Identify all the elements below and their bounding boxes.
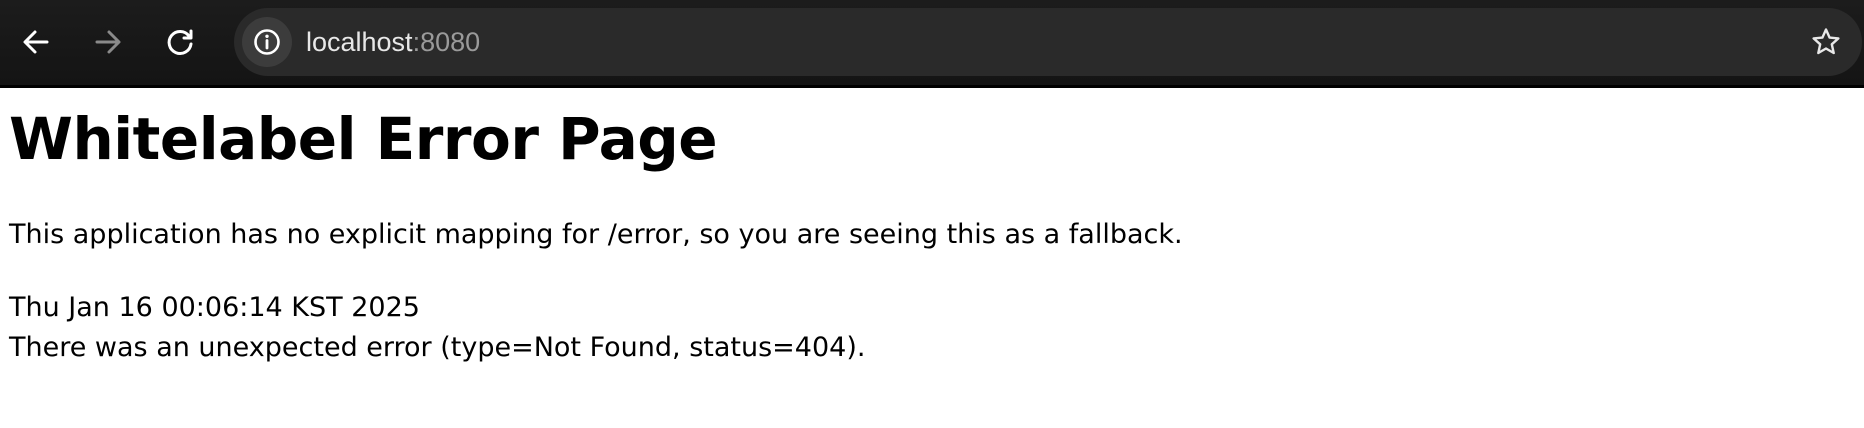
reload-button[interactable] — [158, 20, 202, 64]
page-title: Whitelabel Error Page — [9, 105, 718, 173]
arrow-right-icon — [95, 30, 121, 54]
error-timestamp: Thu Jan 16 00:06:14 KST 2025 — [9, 292, 420, 323]
page-content: Whitelabel Error Page This application h… — [9, 88, 1849, 368]
star-icon — [1812, 28, 1840, 55]
arrow-left-icon — [23, 30, 49, 54]
url-host: localhost — [306, 27, 413, 57]
error-details: Thu Jan 16 00:06:14 KST 2025 There was a… — [9, 288, 1849, 368]
back-button[interactable] — [14, 20, 58, 64]
url-text[interactable]: localhost:8080 — [306, 8, 480, 76]
url-port: :8080 — [412, 27, 481, 57]
info-icon — [254, 29, 280, 55]
browser-toolbar: localhost:8080 — [0, 0, 1864, 88]
address-bar[interactable]: localhost:8080 — [234, 8, 1862, 76]
site-info-button[interactable] — [242, 17, 292, 67]
forward-button[interactable] — [86, 20, 130, 64]
reload-icon — [167, 29, 193, 55]
fallback-message: This application has no explicit mapping… — [9, 219, 1183, 250]
error-status: There was an unexpected error (type=Not … — [9, 332, 866, 363]
bookmark-button[interactable] — [1802, 18, 1850, 66]
